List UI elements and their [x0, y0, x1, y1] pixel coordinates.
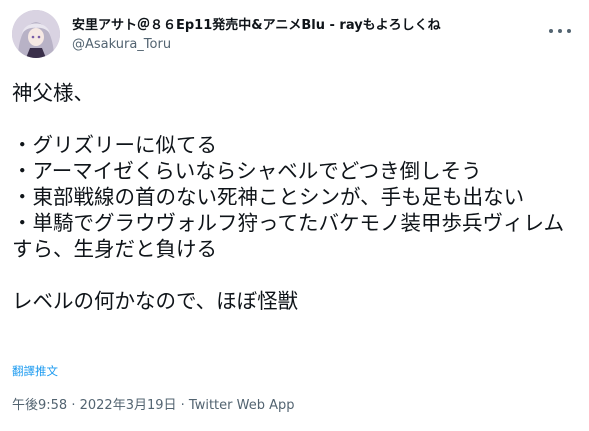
avatar[interactable]	[12, 10, 60, 58]
tweet-text: 神父様、 ・グリズリーに似てる ・アーマイゼくらいならシャベルでどつき倒しそう …	[12, 81, 565, 313]
tweet-header: 安里アサト＠８６Ep11発売中&アニメBlu - rayもよろしくね @Asak…	[12, 10, 577, 62]
dot	[549, 29, 553, 33]
translate-tweet-link[interactable]: 翻譯推文	[12, 363, 58, 379]
dot	[558, 29, 562, 33]
tweet-meta: 午後9:58 · 2022年3月19日 · Twitter Web App	[12, 397, 295, 415]
tweet-date[interactable]: 2022年3月19日	[80, 398, 177, 413]
tweet-time[interactable]: 午後9:58	[12, 398, 67, 413]
author-display-name[interactable]: 安里アサト＠８６Ep11発売中&アニメBlu - rayもよろしくね	[72, 17, 537, 35]
meta-separator: ·	[67, 398, 80, 413]
meta-separator: ·	[176, 398, 189, 413]
avatar-image	[12, 10, 60, 58]
more-options-icon[interactable]	[549, 24, 571, 38]
author-handle[interactable]: @Asakura_Toru	[72, 36, 537, 54]
dot	[567, 29, 571, 33]
tweet-client[interactable]: Twitter Web App	[189, 398, 295, 413]
